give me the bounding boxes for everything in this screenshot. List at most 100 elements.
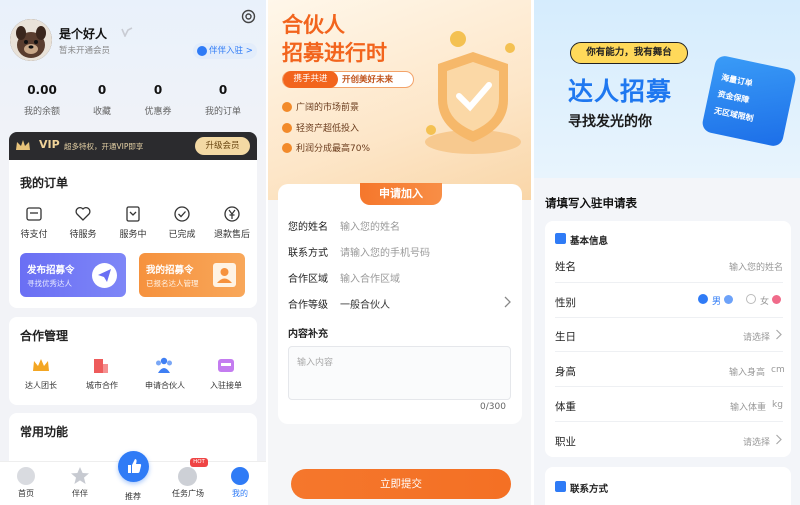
field-name-input[interactable]: 输入您的姓名: [340, 218, 400, 233]
coupons-label: 优惠券: [144, 107, 172, 117]
coupons-value[interactable]: 0: [128, 83, 188, 97]
row-divider: [555, 386, 783, 387]
user-name: 是个好人: [59, 27, 108, 41]
row-job-select[interactable]: 请选择: [700, 435, 770, 448]
companion-icon[interactable]: [70, 466, 90, 485]
user-card-icon: [555, 233, 566, 244]
check-icon: [282, 102, 292, 112]
order-completed[interactable]: 已完成: [157, 227, 207, 240]
profile-panel: 是个好人 暂未开通会员 伴伴入驻 > 0.00 我的余额 0 收藏 0 优惠券 …: [0, 0, 266, 505]
row-job-label: 职业: [555, 436, 576, 448]
gender-male[interactable]: 男: [712, 294, 721, 307]
tab-home[interactable]: 首页: [6, 488, 46, 499]
talent-subtitle: 寻找发光的你: [568, 114, 652, 130]
bookmark-icon[interactable]: [124, 205, 142, 223]
basic-info-title: 基本信息: [570, 236, 609, 247]
row-height-label: 身高: [555, 366, 576, 378]
coop-join-order[interactable]: 入驻接单: [206, 380, 246, 391]
tab-apply-join[interactable]: 申请加入: [360, 183, 442, 205]
coop-city[interactable]: 城市合作: [82, 380, 122, 391]
contact-icon: [555, 481, 566, 492]
my-recruit-card[interactable]: 我的招募令 已报名达人管理: [139, 253, 245, 297]
radio-female[interactable]: [746, 294, 756, 304]
avatar[interactable]: [10, 19, 52, 61]
row-birthday-label: 生日: [555, 331, 576, 343]
store-icon[interactable]: [217, 356, 235, 374]
row-divider: [555, 317, 783, 318]
content-textarea[interactable]: 输入内容: [288, 346, 511, 400]
height-unit: cm: [771, 365, 785, 375]
order-refund[interactable]: 退款售后: [207, 227, 257, 240]
partner-title-1: 合伙人: [282, 13, 345, 37]
orders-value[interactable]: 0: [193, 83, 253, 97]
star-icon: [197, 46, 207, 56]
chevron-right-icon[interactable]: [775, 329, 782, 340]
common-functions-title: 常用功能: [20, 425, 69, 439]
tag-line-2: 资金保障: [716, 89, 751, 105]
field-region-label: 合作区域: [288, 274, 328, 285]
tag-line-1: 海量订单: [720, 72, 754, 89]
balance-value[interactable]: 0.00: [12, 83, 72, 97]
vip-banner[interactable]: VIP 超多特权，开通VIP即享 升级会员: [9, 132, 257, 160]
order-in-service[interactable]: 服务中: [108, 227, 158, 240]
tab-recommend[interactable]: 推荐: [113, 491, 153, 502]
vip-level-icon: [121, 27, 133, 37]
partner-badge-label: 伴伴入驻 >: [209, 46, 253, 56]
building-icon[interactable]: [93, 356, 109, 374]
field-phone-input[interactable]: 请输入您的手机号码: [340, 244, 430, 259]
gender-female[interactable]: 女: [760, 294, 769, 307]
field-name-label: 您的姓名: [288, 222, 328, 233]
row-weight-input[interactable]: 输入体重: [700, 400, 766, 413]
member-status: 暂未开通会员: [59, 46, 111, 56]
vip-title: VIP: [39, 138, 60, 151]
favorites-value[interactable]: 0: [72, 83, 132, 97]
row-height-input[interactable]: 输入身高: [700, 365, 765, 378]
content-label: 内容补充: [288, 329, 328, 340]
planet-icon[interactable]: [178, 467, 197, 486]
talent-title: 达人招募: [568, 77, 673, 106]
mine-icon[interactable]: [231, 467, 249, 485]
publish-recruit-card[interactable]: 发布招募令 寻找优秀达人: [20, 253, 126, 297]
radio-male-checked[interactable]: [698, 294, 708, 304]
chevron-right-icon[interactable]: [503, 296, 511, 308]
balance-label: 我的余额: [23, 107, 60, 117]
point-1: 广阔的市场前景: [296, 103, 360, 113]
check-icon: [282, 123, 292, 133]
settings-icon[interactable]: [240, 8, 257, 25]
check-circle-icon[interactable]: [173, 205, 191, 223]
row-weight-label: 体重: [555, 401, 576, 413]
field-region-input[interactable]: 输入合作区域: [340, 270, 400, 285]
order-pending-pay[interactable]: 待支付: [9, 227, 59, 240]
thumbs-up-icon[interactable]: [118, 451, 149, 482]
row-divider: [555, 282, 783, 283]
partner-badge-button[interactable]: 伴伴入驻 >: [193, 43, 257, 59]
coop-apply-partner[interactable]: 申请合伙人: [143, 380, 187, 391]
publish-recruit-title: 发布招募令: [27, 265, 75, 276]
vip-desc: 超多特权，开通VIP即享: [64, 142, 144, 151]
tab-mine[interactable]: 我的: [220, 488, 260, 499]
heart-icon[interactable]: [74, 205, 92, 223]
coop-talent-leader[interactable]: 达人团长: [21, 380, 61, 391]
male-icon: [724, 295, 733, 304]
people-icon[interactable]: [155, 356, 173, 374]
order-pending-service[interactable]: 待服务: [58, 227, 108, 240]
row-birthday-select[interactable]: 请选择: [700, 330, 770, 343]
chevron-right-icon[interactable]: [775, 434, 782, 445]
crown-icon[interactable]: [32, 357, 50, 373]
cooperation-title: 合作管理: [20, 329, 69, 343]
profile-card-icon: [213, 263, 236, 287]
wallet-icon[interactable]: [25, 205, 43, 223]
partner-ribbon: 携手共进 开创美好未来: [282, 71, 414, 88]
field-phone-label: 联系方式: [288, 248, 328, 259]
upgrade-button[interactable]: 升级会员: [195, 137, 250, 155]
tab-task-square[interactable]: 任务广场: [166, 488, 210, 499]
talent-tag-card: 海量订单 资金保障 无区域限制: [700, 54, 798, 148]
yen-icon[interactable]: [223, 205, 241, 223]
orders-title: 我的订单: [20, 176, 69, 190]
row-gender-label: 性别: [555, 297, 576, 309]
field-level-select[interactable]: 一般合伙人: [340, 296, 390, 311]
home-icon[interactable]: [17, 467, 35, 485]
row-name-input[interactable]: 输入您的姓名: [690, 260, 783, 273]
submit-button[interactable]: 立即提交: [291, 469, 511, 499]
tab-companion[interactable]: 伴伴: [60, 488, 100, 499]
